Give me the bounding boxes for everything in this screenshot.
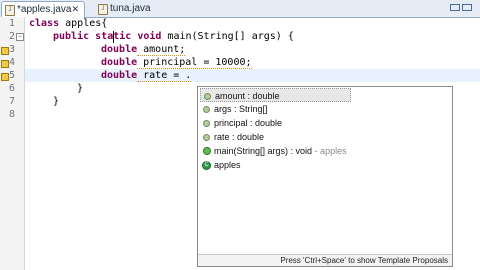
java-file-icon: J (98, 4, 108, 15)
proposal-item[interactable]: rate : double (200, 130, 351, 144)
line-number-gutter: 1 2 3 4 5 6 7 8 − (0, 17, 25, 270)
fold-toggle-icon[interactable]: − (16, 33, 24, 41)
code-line-4: double principal = 10000; (101, 57, 252, 69)
java-file-icon: J (5, 5, 15, 16)
warning-marker-icon[interactable] (1, 73, 9, 81)
tab-label: tuna.java (110, 3, 151, 14)
code-line-3: double amount; (101, 44, 186, 56)
warning-marker-icon[interactable] (1, 60, 9, 68)
line-number: 7 (8, 96, 16, 107)
editor-window-controls (450, 3, 474, 13)
local-variable-icon (203, 106, 210, 113)
proposal-item[interactable]: amount : double (200, 88, 351, 102)
local-variable-icon (204, 93, 211, 100)
text-cursor (113, 31, 114, 43)
tab-label: *apples.java (17, 4, 72, 15)
proposal-item[interactable]: C apples (200, 158, 351, 172)
line-number: 8 (8, 109, 16, 120)
current-line-highlight (25, 69, 480, 82)
public-method-icon (203, 147, 211, 155)
editor-tab-bar: J *apples.java ✕ J tuna.java (0, 0, 480, 18)
tab-tuna-java[interactable]: J tuna.java (95, 1, 165, 16)
tab-apples-java[interactable]: J *apples.java ✕ (1, 1, 85, 18)
close-icon[interactable]: ✕ (71, 2, 79, 17)
code-line-2: public static void main(String[] args) { (53, 31, 294, 42)
line-number: 6 (8, 83, 16, 94)
proposal-item[interactable]: main(String[] args) : void - apples (200, 144, 450, 158)
code-line-6: } (77, 83, 84, 94)
proposal-item[interactable]: principal : double (200, 116, 351, 130)
warning-marker-icon[interactable] (1, 47, 9, 55)
minimize-icon[interactable] (450, 4, 460, 11)
code-line-7: } (53, 96, 60, 107)
code-line-1: class apples{ (29, 18, 108, 29)
proposal-item[interactable]: args : String[] (200, 102, 351, 116)
content-assist-popup: amount : double args : String[] principa… (197, 86, 453, 267)
local-variable-icon (203, 120, 210, 127)
maximize-icon[interactable] (462, 4, 472, 11)
code-line-5: double rate = . (101, 70, 192, 82)
content-assist-status: Press 'Ctrl+Space' to show Template Prop… (198, 254, 452, 266)
line-number: 1 (8, 18, 16, 29)
local-variable-icon (203, 134, 210, 141)
class-icon: C (202, 161, 211, 170)
